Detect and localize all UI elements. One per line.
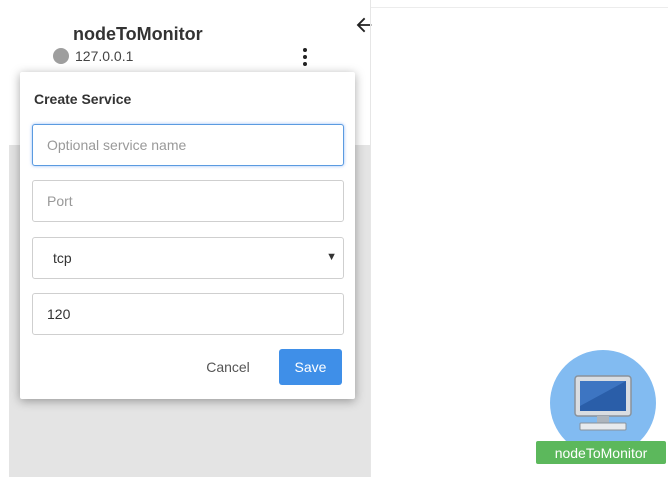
caret-down-icon: ▼ bbox=[326, 251, 337, 263]
cancel-button[interactable]: Cancel bbox=[190, 349, 266, 385]
arrow-left-icon[interactable] bbox=[353, 14, 375, 36]
service-name-field[interactable] bbox=[32, 124, 344, 166]
protocol-select[interactable]: tcp ▼ bbox=[32, 237, 344, 279]
interval-field[interactable] bbox=[32, 293, 344, 335]
service-name-input[interactable] bbox=[33, 125, 343, 165]
panel-divider bbox=[370, 0, 371, 477]
save-button[interactable]: Save bbox=[279, 349, 342, 385]
status-indicator bbox=[53, 48, 69, 64]
port-field[interactable] bbox=[32, 180, 344, 222]
top-divider bbox=[371, 7, 668, 8]
network-node[interactable]: nodeToMonitor bbox=[536, 350, 666, 465]
node-title: nodeToMonitor bbox=[73, 24, 203, 44]
interval-input[interactable] bbox=[33, 294, 343, 334]
more-vert-icon[interactable] bbox=[298, 46, 312, 68]
node-label: nodeToMonitor bbox=[536, 441, 666, 464]
node-ip: 127.0.0.1 bbox=[75, 48, 134, 64]
port-input[interactable] bbox=[33, 181, 343, 221]
protocol-select-value: tcp bbox=[53, 250, 72, 266]
dialog-title: Create Service bbox=[34, 91, 132, 107]
create-service-dialog: Create Service tcp ▼ Cancel Save bbox=[20, 72, 355, 399]
